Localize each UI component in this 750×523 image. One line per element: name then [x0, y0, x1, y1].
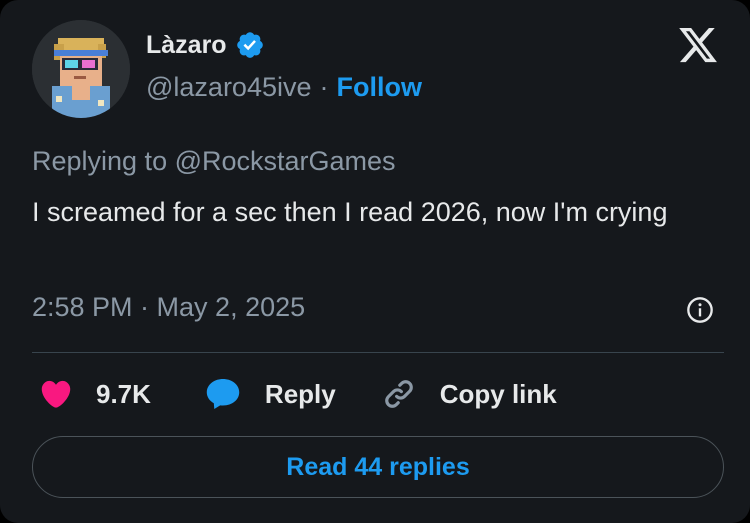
- handle-row: @lazaro45ive · Follow: [146, 72, 422, 103]
- action-bar: 9.7K Reply Copy link: [32, 372, 557, 416]
- copy-link-label: Copy link: [439, 378, 557, 409]
- divider: [32, 352, 724, 353]
- tweet-timestamp[interactable]: 2:58 PM · May 2, 2025: [32, 292, 305, 323]
- verified-badge-icon: [236, 32, 263, 58]
- heart-icon: [41, 380, 71, 408]
- link-icon: [384, 380, 413, 408]
- tweet-text: I screamed for a sec then I read 2026, n…: [32, 197, 668, 227]
- author-name-row: Làzaro: [146, 30, 265, 60]
- copy-link-button[interactable]: Copy link: [380, 375, 557, 413]
- separator-dot: ·: [319, 72, 329, 102]
- read-replies-label: Read 44 replies: [286, 452, 470, 481]
- x-logo-icon[interactable]: [676, 24, 720, 66]
- tweet-embed-card: Làzaro @lazaro45ive · Follow Replying to…: [0, 0, 750, 523]
- user-handle[interactable]: @lazaro45ive: [146, 72, 312, 103]
- display-name[interactable]: Làzaro: [146, 31, 227, 60]
- follow-button[interactable]: Follow: [337, 72, 422, 103]
- reply-label: Reply: [264, 378, 336, 409]
- reply-button[interactable]: Reply: [203, 375, 336, 413]
- avatar-pixel-art: [32, 20, 130, 118]
- like-button[interactable]: 9.7K: [32, 377, 151, 411]
- likes-count: 9.7K: [96, 378, 151, 409]
- info-icon[interactable]: [686, 296, 714, 324]
- comment-bubble-icon: [206, 378, 240, 410]
- replying-to-text: Replying to @RockstarGames: [32, 146, 396, 176]
- read-replies-button[interactable]: Read 44 replies: [32, 436, 724, 498]
- avatar[interactable]: [32, 20, 130, 118]
